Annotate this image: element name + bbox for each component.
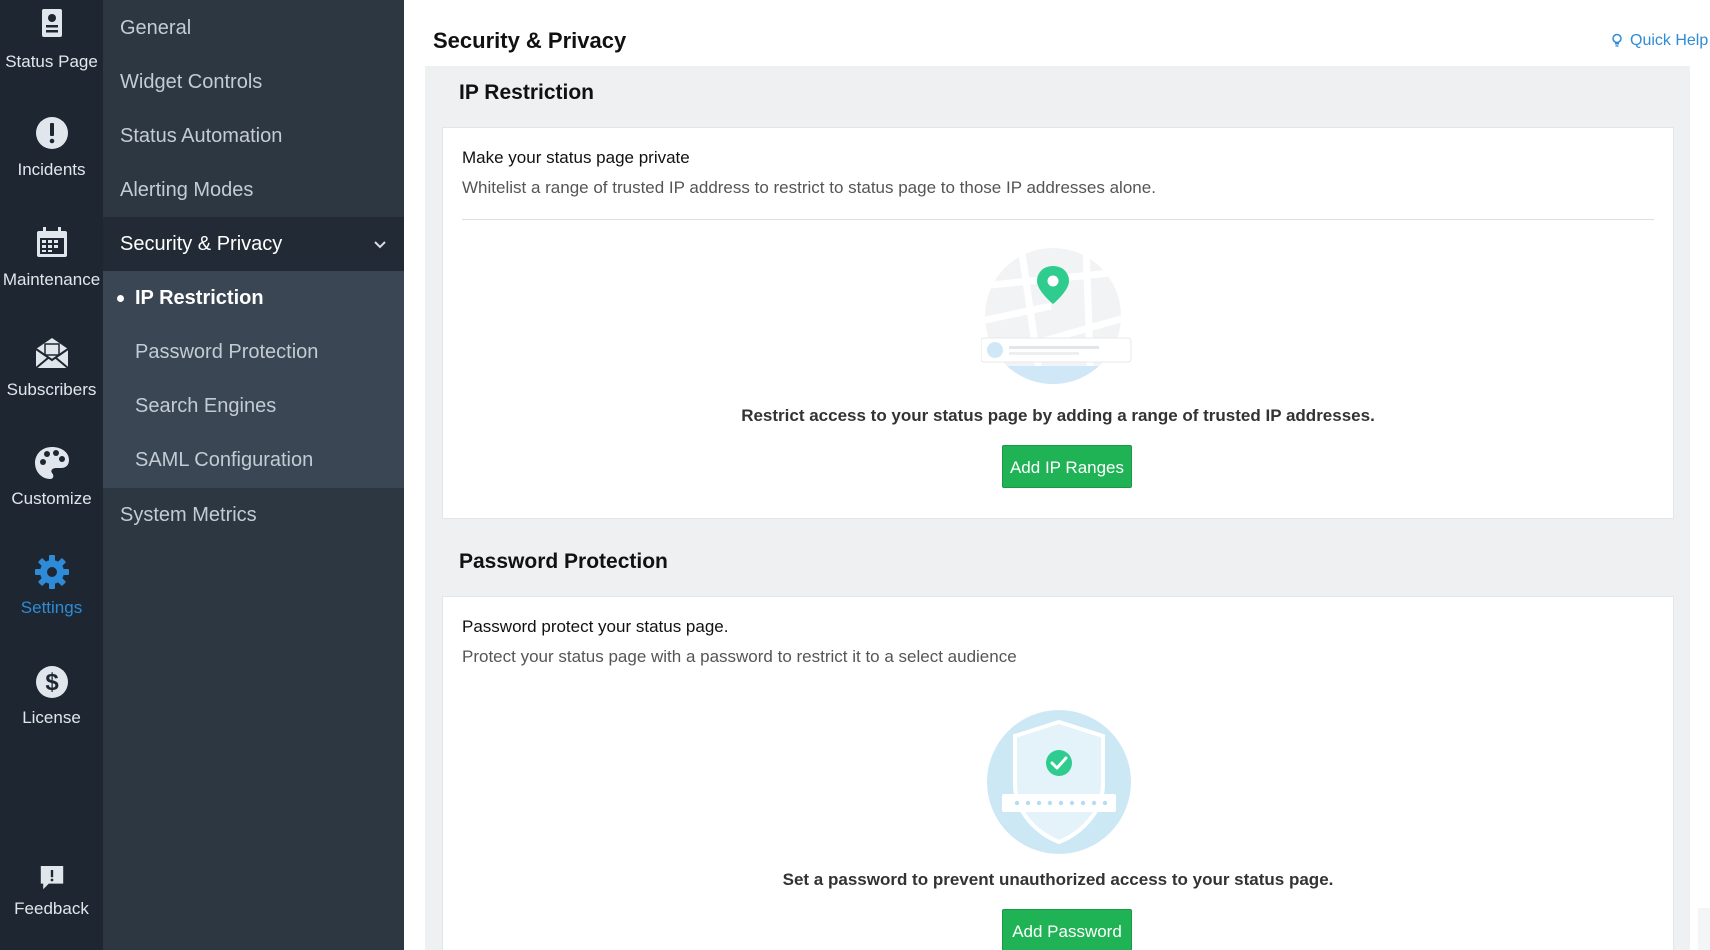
sidebar-item-label: Alerting Modes xyxy=(120,179,254,201)
nav-label: Maintenance xyxy=(2,270,101,289)
section-title-password-protection: Password Protection xyxy=(459,550,668,573)
card-description: Protect your status page with a password… xyxy=(462,647,1017,666)
sidebar-subitem-label: Password Protection xyxy=(135,341,319,363)
sidebar-subitem-label: SAML Configuration xyxy=(135,449,314,471)
status-page-icon xyxy=(41,9,62,37)
sidebar-submenu: IP Restriction Password Protection Searc… xyxy=(103,271,404,488)
password-protection-card: Password protect your status page. Prote… xyxy=(442,596,1674,950)
quick-help-label: Quick Help xyxy=(1630,32,1709,49)
feedback-icon xyxy=(40,866,63,890)
add-password-button[interactable]: Add Password xyxy=(1002,909,1132,950)
sidebar-subitem-label: Search Engines xyxy=(135,395,277,417)
nav-incidents[interactable]: Incidents xyxy=(0,114,103,180)
nav-feedback[interactable]: Feedback xyxy=(0,862,103,919)
card-description: Whitelist a range of trusted IP address … xyxy=(462,178,1156,197)
sidebar-item-label: System Metrics xyxy=(120,504,257,526)
card-heading: Password protect your status page. xyxy=(462,617,729,636)
app-nav-rail: Status Page Incidents Maintenance Subscr… xyxy=(0,0,103,950)
palette-icon xyxy=(34,447,69,479)
card-message: Set a password to prevent unauthorized a… xyxy=(782,870,1334,889)
settings-sidebar: General Widget Controls Status Automatio… xyxy=(103,0,404,950)
section-title-ip-restriction: IP Restriction xyxy=(459,81,594,104)
sidebar-subitem-saml-configuration[interactable]: SAML Configuration xyxy=(103,433,404,487)
gear-icon xyxy=(34,555,69,589)
nav-license[interactable]: $ License xyxy=(0,662,103,728)
chevron-down-icon[interactable] xyxy=(374,217,386,271)
nav-customize[interactable]: Customize xyxy=(0,443,103,509)
sidebar-item-label: Status Automation xyxy=(120,125,283,147)
envelope-icon xyxy=(34,338,69,369)
calendar-icon xyxy=(36,227,67,257)
scrollbar[interactable] xyxy=(1698,908,1710,950)
sidebar-subitem-password-protection[interactable]: Password Protection xyxy=(103,325,404,379)
sidebar-item-general[interactable]: General xyxy=(103,1,404,55)
sidebar-item-status-automation[interactable]: Status Automation xyxy=(103,109,404,163)
nav-label: Incidents xyxy=(17,160,86,179)
lightbulb-icon xyxy=(1612,33,1622,47)
sidebar-subitem-label: IP Restriction xyxy=(135,287,264,309)
sidebar-item-widget-controls[interactable]: Widget Controls xyxy=(103,55,404,109)
card-heading: Make your status page private xyxy=(462,148,690,167)
settings-content: IP Restriction Make your status page pri… xyxy=(425,66,1690,950)
nav-subscribers[interactable]: Subscribers xyxy=(0,334,103,400)
active-dot-icon xyxy=(117,295,124,302)
sidebar-item-system-metrics[interactable]: System Metrics xyxy=(103,488,404,542)
shield-password-illustration xyxy=(987,710,1131,854)
card-message: Restrict access to your status page by a… xyxy=(741,406,1375,425)
nav-label: Customize xyxy=(11,489,92,508)
nav-status-page[interactable]: Status Page xyxy=(0,6,103,72)
sidebar-item-label: Widget Controls xyxy=(120,71,263,93)
svg-text:$: $ xyxy=(45,669,59,696)
sidebar-item-alerting-modes[interactable]: Alerting Modes xyxy=(103,163,404,217)
sidebar-item-label: General xyxy=(120,17,192,39)
main-panel: Security & Privacy Quick Help IP Restric… xyxy=(404,0,1710,950)
nav-label: License xyxy=(22,708,81,727)
nav-settings[interactable]: Settings xyxy=(0,552,103,618)
ip-restriction-card: Make your status page private Whitelist … xyxy=(442,127,1674,519)
sidebar-item-security-privacy[interactable]: Security & Privacy xyxy=(103,217,404,271)
nav-label: Feedback xyxy=(14,899,89,918)
quick-help-link[interactable]: Quick Help xyxy=(1610,32,1708,50)
page-title: Security & Privacy xyxy=(433,28,627,53)
sidebar-subitem-search-engines[interactable]: Search Engines xyxy=(103,379,404,433)
nav-label: Status Page xyxy=(5,52,98,71)
dollar-icon: $ xyxy=(35,666,68,698)
add-ip-ranges-button[interactable]: Add IP Ranges xyxy=(1002,445,1132,488)
map-pin-illustration xyxy=(981,248,1132,384)
nav-label: Subscribers xyxy=(6,380,97,399)
sidebar-item-label: Security & Privacy xyxy=(120,233,283,255)
exclamation-circle-icon xyxy=(35,117,68,149)
sidebar-subitem-ip-restriction[interactable]: IP Restriction xyxy=(103,271,404,325)
divider xyxy=(462,219,1654,220)
nav-maintenance[interactable]: Maintenance xyxy=(0,224,103,290)
nav-label: Settings xyxy=(20,598,83,617)
